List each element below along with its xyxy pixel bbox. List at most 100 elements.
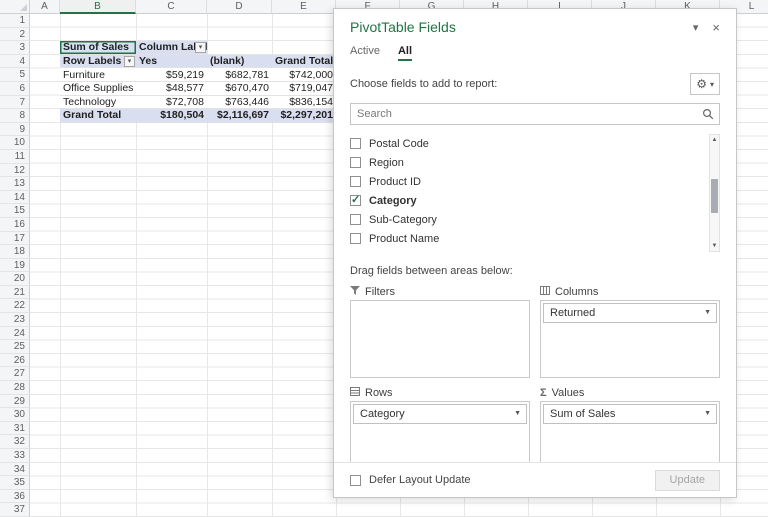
- scroll-thumb[interactable]: [711, 179, 718, 213]
- row-header-9[interactable]: 9: [0, 123, 30, 137]
- defer-layout-label[interactable]: Defer Layout Update: [369, 474, 471, 486]
- cell-B4[interactable]: Row Labels▾: [60, 55, 137, 69]
- pane-close-icon[interactable]: ×: [712, 20, 720, 35]
- dropdown-arrow-icon[interactable]: ▼: [704, 309, 711, 316]
- row-header-29[interactable]: 29: [0, 395, 30, 409]
- row-header-4[interactable]: 4: [0, 55, 30, 69]
- row-header-2[interactable]: 2: [0, 28, 30, 42]
- field-list-scrollbar[interactable]: ▲ ▼: [709, 134, 720, 252]
- column-header-B[interactable]: B: [60, 0, 136, 14]
- field-item[interactable]: Product ID: [350, 172, 704, 191]
- cell-E4[interactable]: Grand Total: [272, 55, 337, 69]
- cell-D6[interactable]: $670,470: [207, 82, 273, 96]
- dropdown-arrow-icon[interactable]: ▼: [704, 410, 711, 417]
- row-header-1[interactable]: 1: [0, 14, 30, 28]
- tab-all[interactable]: All: [398, 45, 412, 61]
- field-item[interactable]: ✓Category: [350, 191, 704, 210]
- row-header-8[interactable]: 8: [0, 109, 30, 123]
- cell-B8[interactable]: Grand Total: [60, 109, 137, 123]
- row-header-14[interactable]: 14: [0, 191, 30, 205]
- field-checkbox[interactable]: [350, 214, 361, 225]
- pane-options-chevron-icon[interactable]: ▾: [693, 21, 699, 34]
- area-field-item[interactable]: Category▼: [353, 404, 527, 424]
- tab-active[interactable]: Active: [350, 45, 380, 61]
- area-field-item[interactable]: Sum of Sales▼: [543, 404, 717, 424]
- cell-C4[interactable]: Yes: [136, 55, 208, 69]
- row-header-20[interactable]: 20: [0, 272, 30, 286]
- tools-button[interactable]: ⚙ ▾: [690, 73, 720, 95]
- column-header-D[interactable]: D: [207, 0, 272, 14]
- row-header-28[interactable]: 28: [0, 381, 30, 395]
- cell-B6[interactable]: Office Supplies: [60, 82, 137, 96]
- column-header-C[interactable]: C: [136, 0, 207, 14]
- field-checkbox[interactable]: [350, 176, 361, 187]
- area-columns-box[interactable]: Returned▼: [540, 300, 720, 378]
- row-header-6[interactable]: 6: [0, 82, 30, 96]
- row-header-12[interactable]: 12: [0, 164, 30, 178]
- row-header-36[interactable]: 36: [0, 490, 30, 504]
- column-header-A[interactable]: A: [30, 0, 60, 14]
- row-header-26[interactable]: 26: [0, 354, 30, 368]
- search-input[interactable]: [350, 103, 720, 125]
- cell-D5[interactable]: $682,781: [207, 68, 273, 82]
- cell-D4[interactable]: (blank): [207, 55, 273, 69]
- cell-E6[interactable]: $719,047: [272, 82, 337, 96]
- scroll-down-icon[interactable]: ▼: [710, 241, 719, 251]
- area-values-box[interactable]: Sum of Sales▼: [540, 401, 720, 465]
- row-header-5[interactable]: 5: [0, 68, 30, 82]
- dropdown-arrow-icon[interactable]: ▼: [514, 410, 521, 417]
- row-header-10[interactable]: 10: [0, 136, 30, 150]
- row-header-24[interactable]: 24: [0, 327, 30, 341]
- row-header-35[interactable]: 35: [0, 476, 30, 490]
- field-checkbox[interactable]: [350, 233, 361, 244]
- filter-dropdown-icon[interactable]: ▾: [124, 56, 135, 67]
- cell-E7[interactable]: $836,154: [272, 96, 337, 110]
- update-button[interactable]: Update: [655, 470, 720, 491]
- area-filters-box[interactable]: [350, 300, 530, 378]
- cell-B7[interactable]: Technology: [60, 96, 137, 110]
- defer-layout-checkbox[interactable]: [350, 475, 361, 486]
- cell-D7[interactable]: $763,446: [207, 96, 273, 110]
- field-item[interactable]: Product Name: [350, 229, 704, 248]
- row-header-21[interactable]: 21: [0, 286, 30, 300]
- cell-C7[interactable]: $72,708: [136, 96, 208, 110]
- cell-C5[interactable]: $59,219: [136, 68, 208, 82]
- row-header-33[interactable]: 33: [0, 449, 30, 463]
- row-header-3[interactable]: 3: [0, 41, 30, 55]
- select-all-corner[interactable]: [0, 0, 30, 14]
- row-header-13[interactable]: 13: [0, 177, 30, 191]
- row-header-16[interactable]: 16: [0, 218, 30, 232]
- row-header-17[interactable]: 17: [0, 232, 30, 246]
- row-header-15[interactable]: 15: [0, 204, 30, 218]
- row-header-19[interactable]: 19: [0, 259, 30, 273]
- field-item[interactable]: Sub-Category: [350, 210, 704, 229]
- cell-D8[interactable]: $2,116,697: [207, 109, 273, 123]
- row-header-25[interactable]: 25: [0, 340, 30, 354]
- cell-C3[interactable]: Column Labels▾: [136, 41, 208, 55]
- area-rows-box[interactable]: Category▼: [350, 401, 530, 465]
- cell-E8[interactable]: $2,297,201: [272, 109, 337, 123]
- row-header-22[interactable]: 22: [0, 299, 30, 313]
- cell-B3[interactable]: Sum of Sales: [60, 41, 137, 55]
- cell-C8[interactable]: $180,504: [136, 109, 208, 123]
- field-item[interactable]: Postal Code: [350, 134, 704, 153]
- field-item[interactable]: Region: [350, 153, 704, 172]
- row-header-23[interactable]: 23: [0, 313, 30, 327]
- row-header-7[interactable]: 7: [0, 96, 30, 110]
- row-header-30[interactable]: 30: [0, 408, 30, 422]
- filter-dropdown-icon[interactable]: ▾: [195, 42, 206, 53]
- column-header-E[interactable]: E: [272, 0, 336, 14]
- row-header-11[interactable]: 11: [0, 150, 30, 164]
- cell-E5[interactable]: $742,000: [272, 68, 337, 82]
- cell-C6[interactable]: $48,577: [136, 82, 208, 96]
- area-field-item[interactable]: Returned▼: [543, 303, 717, 323]
- field-checkbox[interactable]: [350, 138, 361, 149]
- scroll-up-icon[interactable]: ▲: [710, 135, 719, 145]
- row-header-27[interactable]: 27: [0, 367, 30, 381]
- field-checkbox[interactable]: [350, 157, 361, 168]
- row-header-32[interactable]: 32: [0, 435, 30, 449]
- field-checkbox[interactable]: ✓: [350, 195, 361, 206]
- cell-B5[interactable]: Furniture: [60, 68, 137, 82]
- row-header-18[interactable]: 18: [0, 245, 30, 259]
- row-header-37[interactable]: 37: [0, 503, 30, 517]
